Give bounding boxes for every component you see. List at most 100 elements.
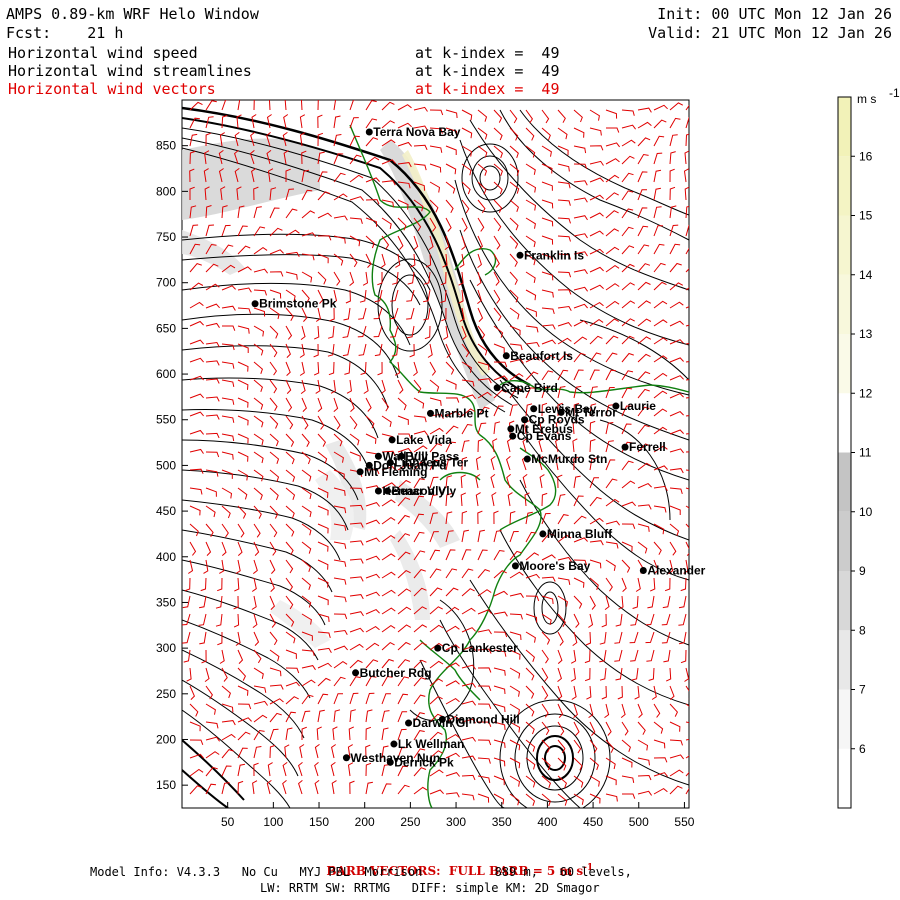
site-label: Franklin Is	[524, 248, 584, 262]
x-tick-label: 200	[355, 815, 375, 829]
x-tick-label: 450	[583, 815, 603, 829]
site-marker	[342, 754, 350, 762]
y-tick-label: 350	[156, 595, 176, 609]
site-label: Cp Evans	[517, 429, 572, 443]
site-label: McMurdo Stn	[531, 452, 607, 466]
x-tick-label: 150	[309, 815, 329, 829]
x-tick-label: 400	[537, 815, 557, 829]
colorbar-tick-label: 10	[859, 505, 873, 519]
site-marker	[352, 669, 360, 677]
site-marker	[502, 352, 510, 360]
physics-info: LW: RRTM SW: RRTMG DIFF: simple KM: 2D S…	[260, 881, 600, 895]
site-label: Butcher Rdg	[360, 666, 432, 680]
y-axis: 850 800 750 700 650 600 550 500 450 400 350 300 250 2…	[156, 139, 188, 792]
site-marker	[426, 409, 434, 417]
colorbar-tick-label: 12	[859, 386, 873, 400]
site-label: Beaufort Is	[510, 349, 573, 363]
site-marker	[511, 562, 519, 570]
x-tick-label: 50	[221, 815, 235, 829]
site-label: Beacon Vly	[392, 484, 457, 498]
colorbar-band	[838, 689, 851, 749]
colorbar-tick-label: 14	[859, 268, 873, 282]
site-marker	[405, 719, 413, 727]
site-marker	[530, 405, 538, 413]
site-marker	[516, 251, 524, 259]
y-tick-label: 600	[156, 367, 176, 381]
colorbar-tick-label: 9	[859, 564, 866, 578]
site-label: Marble Pt	[434, 406, 488, 420]
x-tick-label: 550	[674, 815, 694, 829]
site-label: Moore's Bay	[519, 559, 590, 573]
map-plot: 50 100 150 200 250 300 350 400 450 500 550 850 800 7…	[156, 86, 900, 829]
colorbar-tick-label: 11	[859, 446, 872, 460]
site-label: Diamond Hill	[446, 712, 519, 726]
colorbar-tick-label: 8	[859, 623, 866, 637]
colorbar-tick-label: 13	[859, 327, 873, 341]
x-tick-label: 100	[263, 815, 283, 829]
x-tick-label: 300	[446, 815, 466, 829]
site-label: Minna Bluff	[547, 527, 613, 541]
x-tick-label: 350	[492, 815, 512, 829]
colorbar-tick-label: 15	[859, 209, 873, 223]
y-tick-label: 300	[156, 641, 176, 655]
site-marker	[374, 487, 382, 495]
site-label: Derrick Pk	[394, 755, 454, 769]
site-label: Cp Lankester	[442, 641, 518, 655]
colorbar-tick-label: 7	[859, 683, 866, 697]
site-marker	[434, 644, 442, 652]
colorbar-band	[838, 274, 851, 334]
y-tick-label: 250	[156, 687, 176, 701]
site-marker	[365, 128, 373, 136]
site-marker	[386, 459, 394, 467]
site-label: Linnaeus Ter	[394, 456, 468, 470]
site-label: Laurie	[620, 399, 656, 413]
site-marker	[390, 740, 398, 748]
y-tick-label: 800	[156, 184, 176, 198]
colorbar-unit-exp: -1	[889, 86, 900, 100]
x-tick-label: 250	[400, 815, 420, 829]
site-label: Lk Wellman	[398, 737, 464, 751]
site-marker	[388, 436, 396, 444]
x-tick-label: 500	[629, 815, 649, 829]
colorbar-band	[838, 156, 851, 216]
colorbar-band	[838, 511, 851, 571]
model-info: Model Info: V4.3.3 No Cu MYJ PBL Morriso…	[90, 865, 632, 879]
site-marker	[356, 468, 364, 476]
y-tick-label: 150	[156, 778, 176, 792]
site-marker	[493, 384, 501, 392]
y-tick-label: 200	[156, 732, 176, 746]
site-marker	[523, 455, 531, 463]
site-label: Brimstone Pk	[259, 297, 337, 311]
colorbar-band	[838, 748, 851, 808]
colorbar-band	[838, 571, 851, 631]
site-label: Terra Nova Bay	[373, 125, 460, 139]
colorbar-tick-label: 6	[859, 742, 866, 756]
colorbar-band	[838, 393, 851, 453]
site-marker	[386, 758, 394, 766]
y-tick-label: 550	[156, 413, 176, 427]
y-tick-label: 500	[156, 458, 176, 472]
y-tick-label: 400	[156, 550, 176, 564]
site-label: Ferrell	[629, 440, 666, 454]
colorbar-band	[838, 334, 851, 394]
site-label: Alexander	[647, 563, 705, 577]
site-marker	[384, 487, 392, 495]
y-tick-label: 700	[156, 276, 176, 290]
colorbar-band	[838, 630, 851, 690]
colorbar-band	[838, 452, 851, 512]
y-tick-label: 650	[156, 321, 176, 335]
y-tick-label: 750	[156, 230, 176, 244]
site-marker	[438, 715, 446, 723]
colorbar-band	[838, 215, 851, 275]
colorbar-band	[838, 97, 851, 157]
y-tick-label: 850	[156, 139, 176, 153]
site-marker	[621, 443, 629, 451]
site-marker	[639, 566, 647, 574]
colorbar-tick-label: 16	[859, 149, 873, 163]
site-label: Cape Bird	[501, 381, 558, 395]
site-marker	[251, 300, 259, 308]
site-marker	[507, 425, 515, 433]
site-marker	[539, 530, 547, 538]
y-tick-label: 450	[156, 504, 176, 518]
colorbar: 6 7 8 9 10 11 12 13 14 15 16 m s -1	[837, 86, 900, 809]
